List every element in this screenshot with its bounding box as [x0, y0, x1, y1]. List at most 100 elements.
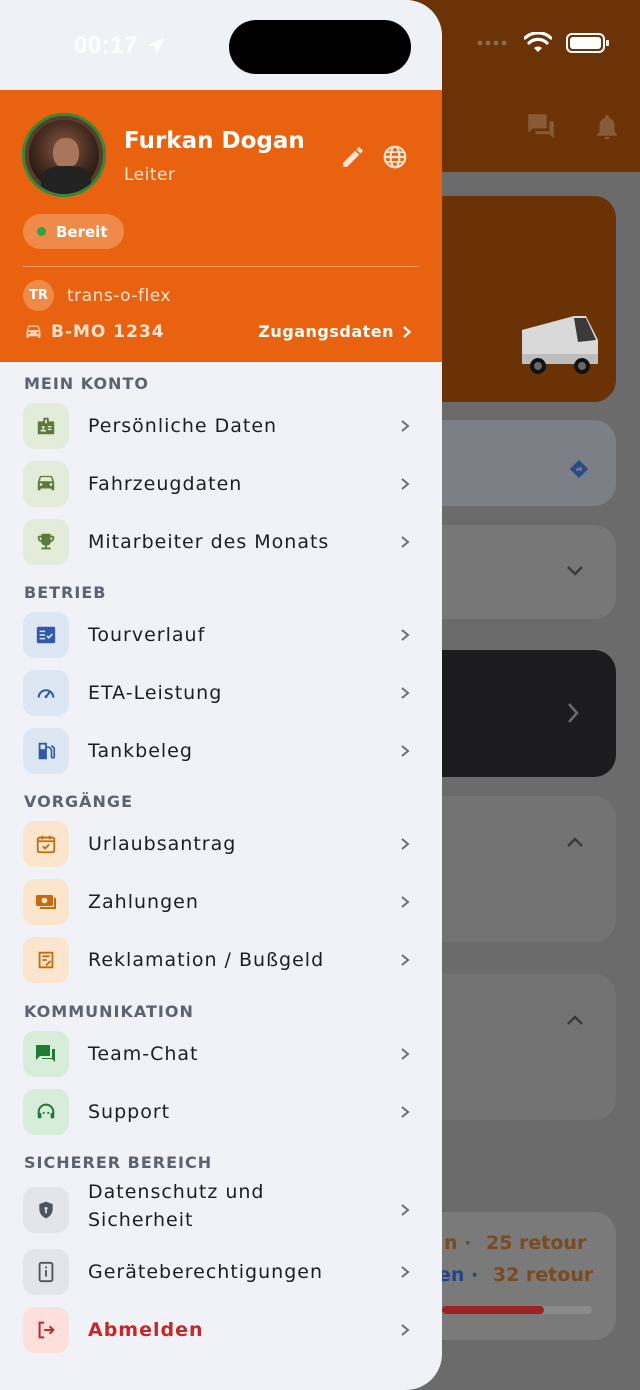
logout-button[interactable]: Abmelden — [0, 1302, 442, 1358]
menu-item-personal-data[interactable]: Persönliche Daten — [0, 398, 442, 454]
menu-item-label-line-2: Sicherheit — [88, 1209, 194, 1231]
access-data-label: Zugangsdaten — [258, 322, 394, 341]
logout-icon — [23, 1307, 69, 1353]
avatar[interactable] — [22, 113, 106, 197]
chevron-right-icon — [401, 536, 410, 548]
background-card — [420, 650, 616, 777]
speedometer-icon — [23, 670, 69, 716]
menu-item-label: Fahrzeugdaten — [88, 473, 243, 495]
status-dot — [37, 227, 46, 236]
menu-item-label: Tourverlauf — [88, 624, 206, 646]
menu-item-device-permissions[interactable]: Geräteberechtigungen — [0, 1244, 442, 1300]
chevron-up-icon — [567, 837, 583, 847]
status-bar: 00:17 — [0, 0, 442, 90]
chevron-right-icon — [401, 1106, 410, 1118]
background-card — [420, 420, 616, 506]
section-title-operations: BETRIEB — [24, 583, 107, 602]
progress-track — [442, 1306, 592, 1314]
chevron-right-icon — [403, 325, 412, 338]
logout-label: Abmelden — [88, 1319, 204, 1341]
menu-item-label: Team-Chat — [88, 1043, 199, 1065]
fragment-text: en · — [438, 1264, 479, 1286]
menu-item-label: Urlaubsantrag — [88, 833, 237, 855]
chevron-right-icon — [401, 629, 410, 641]
chevron-down-icon — [567, 566, 583, 576]
menu-item-fuel-receipt[interactable]: Tankbeleg — [0, 723, 442, 779]
chevron-right-icon — [401, 687, 410, 699]
battery-icon — [566, 33, 609, 53]
section-title-processes: VORGÄNGE — [24, 792, 133, 811]
checklist-icon — [23, 612, 69, 658]
signal-icon — [477, 40, 507, 46]
retour-row-1: n · 25 retour — [444, 1232, 586, 1254]
section-title-account: MEIN KONTO — [24, 374, 149, 393]
chevron-right-icon — [401, 1266, 410, 1278]
chevron-right-icon — [401, 1324, 410, 1336]
retour-text: 32 retour — [492, 1264, 594, 1286]
fuel-pump-icon — [23, 728, 69, 774]
status-time: 00:17 — [74, 32, 138, 59]
van-icon — [522, 316, 598, 374]
menu-item-eta-performance[interactable]: ETA-Leistung — [0, 665, 442, 721]
organization: TR trans-o-flex — [23, 280, 171, 311]
headset-icon — [23, 1089, 69, 1135]
menu-item-privacy-security[interactable]: Datenschutz und Sicherheit — [0, 1181, 442, 1238]
chevron-right-icon — [401, 896, 410, 908]
retour-row-2: en · 32 retour — [438, 1264, 593, 1286]
menu-item-label: Tankbeleg — [88, 740, 193, 762]
menu-item-complaint-fine[interactable]: Reklamation / Bußgeld — [0, 932, 442, 988]
background-card — [420, 796, 616, 942]
menu-item-label: ETA-Leistung — [88, 682, 223, 704]
menu-item-tour-history[interactable]: Tourverlauf — [0, 607, 442, 663]
divider — [23, 266, 419, 267]
money-icon — [23, 879, 69, 925]
access-data-link[interactable]: Zugangsdaten — [258, 322, 412, 341]
messages-icon — [528, 114, 554, 139]
status-badge[interactable]: Bereit — [23, 214, 124, 249]
device-icon — [23, 1249, 69, 1295]
car-icon — [23, 461, 69, 507]
menu-item-support[interactable]: Support — [0, 1084, 442, 1140]
chevron-right-icon — [401, 745, 410, 757]
menu-item-label: Reklamation / Bußgeld — [88, 949, 325, 971]
chevron-right-icon — [401, 478, 410, 490]
shield-icon — [23, 1187, 69, 1233]
globe-icon[interactable] — [382, 144, 408, 170]
menu-item-label-line-1: Datenschutz und — [88, 1181, 265, 1203]
avatar-face — [53, 138, 79, 168]
profile-header: Furkan Dogan Leiter Bereit TR trans-o-fl… — [0, 90, 442, 362]
edit-icon[interactable] — [340, 144, 366, 170]
menu-item-vehicle-data[interactable]: Fahrzeugdaten — [0, 456, 442, 512]
avatar-body — [41, 166, 91, 194]
status-badge-label: Bereit — [56, 222, 108, 241]
retour-text: 25 retour — [485, 1232, 587, 1254]
bell-icon — [597, 115, 617, 140]
side-drawer: 00:17 Furkan Dogan Leiter Bereit TR tran… — [0, 0, 442, 1390]
background-header-icons — [524, 110, 622, 144]
id-badge-icon — [23, 403, 69, 449]
menu-item-payments[interactable]: Zahlungen — [0, 874, 442, 930]
menu-item-team-chat[interactable]: Team-Chat — [0, 1026, 442, 1082]
profile-name: Furkan Dogan — [124, 128, 305, 154]
status-icons — [476, 32, 610, 54]
trophy-icon — [23, 519, 69, 565]
progress-fill — [442, 1306, 544, 1314]
chevron-right-icon — [401, 838, 410, 850]
menu-item-employee-of-month[interactable]: Mitarbeiter des Monats — [0, 514, 442, 570]
menu-item-label: Mitarbeiter des Monats — [88, 531, 330, 553]
chevron-right-icon — [401, 420, 410, 432]
menu-item-label: Support — [88, 1101, 171, 1123]
location-arrow-icon — [147, 37, 165, 55]
menu-item-label: Zahlungen — [88, 891, 199, 913]
menu-item-label: Persönliche Daten — [88, 415, 278, 437]
plate-number: B-MO 1234 — [51, 322, 165, 342]
fragment-text: n · — [444, 1232, 472, 1254]
chat-bubbles-icon — [23, 1031, 69, 1077]
vehicle-plate: B-MO 1234 — [24, 322, 165, 342]
org-avatar: TR — [23, 280, 54, 311]
chevron-up-icon — [567, 1015, 583, 1025]
avatar-photo — [29, 120, 99, 194]
menu-item-vacation-request[interactable]: Urlaubsantrag — [0, 816, 442, 872]
directions-icon — [569, 459, 589, 479]
background-card — [420, 974, 616, 1120]
